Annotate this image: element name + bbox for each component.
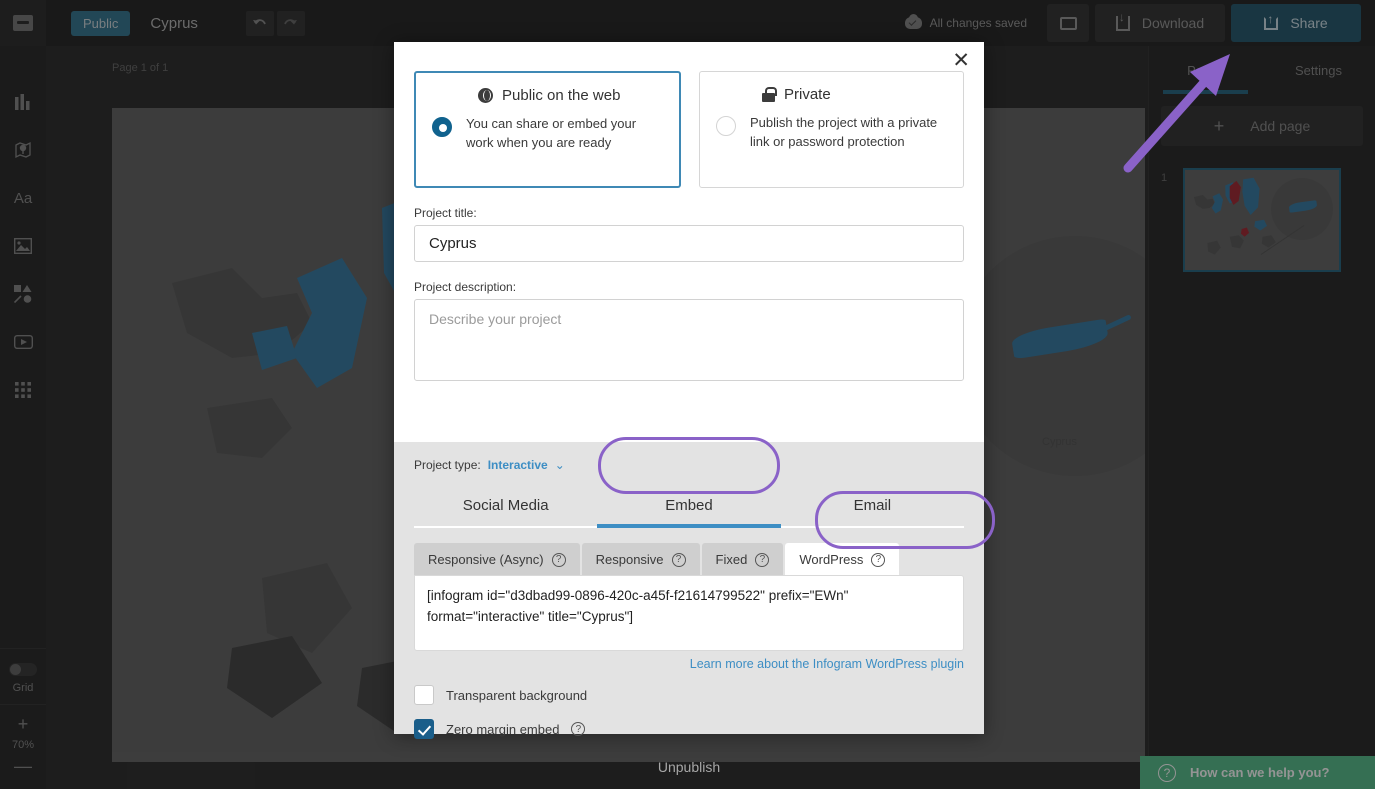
modal-lower-section: Project type: Interactive ⌄ Social Media… xyxy=(394,442,984,775)
subtab-responsive-async-label: Responsive (Async) xyxy=(428,552,544,567)
help-icon-responsive[interactable]: ? xyxy=(671,552,686,567)
lock-icon xyxy=(762,87,777,102)
private-option-body: Publish the project with a private link … xyxy=(716,114,947,152)
radio-private[interactable] xyxy=(716,116,736,136)
private-option-description: Publish the project with a private link … xyxy=(750,115,938,149)
private-option-title: Private xyxy=(784,86,831,103)
tab-email[interactable]: Email xyxy=(781,486,964,526)
project-type-label: Project type: xyxy=(414,458,481,472)
chevron-down-icon[interactable]: ⌄ xyxy=(555,458,565,472)
project-type-row: Project type: Interactive ⌄ xyxy=(414,458,964,472)
modal-upper-section: Public on the web You can share or embed… xyxy=(394,42,984,386)
app-root: Page 1 of 1 Cyprus Aa Grid + 70% — Pages… xyxy=(0,0,1375,789)
subtab-responsive-label: Responsive xyxy=(595,552,664,567)
public-option-header: Public on the web xyxy=(432,87,663,104)
project-title-input[interactable] xyxy=(414,225,964,262)
project-type-value[interactable]: Interactive xyxy=(488,458,548,472)
checkbox-transparent-background[interactable] xyxy=(414,685,434,705)
share-method-tabs: Social Media Embed Email xyxy=(414,486,964,528)
tab-social-media[interactable]: Social Media xyxy=(414,486,597,526)
visibility-options: Public on the web You can share or embed… xyxy=(414,71,964,188)
visibility-option-private[interactable]: Private Publish the project with a priva… xyxy=(699,71,964,188)
subtab-fixed-label: Fixed xyxy=(715,552,748,567)
tab-embed[interactable]: Embed xyxy=(597,486,781,528)
public-option-body: You can share or embed your work when yo… xyxy=(432,115,663,153)
subtab-wordpress-label: WordPress xyxy=(799,552,864,567)
visibility-option-public[interactable]: Public on the web You can share or embed… xyxy=(414,71,681,188)
public-option-description: You can share or embed your work when yo… xyxy=(466,116,637,150)
zero-margin-label: Zero margin embed xyxy=(446,721,560,737)
private-option-header: Private xyxy=(716,86,947,103)
subtab-responsive[interactable]: Responsive ? xyxy=(581,543,700,575)
subtab-fixed[interactable]: Fixed ? xyxy=(701,543,784,575)
embed-code-box[interactable]: [infogram id="d3dbad99-0896-420c-a45f-f2… xyxy=(414,575,964,651)
project-title-label: Project title: xyxy=(414,206,477,220)
subtab-wordpress[interactable]: WordPress ? xyxy=(785,543,900,575)
public-option-title: Public on the web xyxy=(502,87,621,104)
zero-margin-row[interactable]: Zero margin embed ? xyxy=(414,719,964,739)
checkbox-zero-margin-embed[interactable] xyxy=(414,719,434,739)
project-description-label: Project description: xyxy=(414,280,517,294)
help-icon-responsive-async[interactable]: ? xyxy=(551,552,566,567)
close-icon[interactable]: ✕ xyxy=(952,50,970,71)
radio-public[interactable] xyxy=(432,117,452,137)
globe-icon xyxy=(478,88,493,103)
share-modal: ✕ Public on the web You can share or emb… xyxy=(394,42,984,775)
subtab-responsive-async[interactable]: Responsive (Async) ? xyxy=(414,543,580,575)
transparent-background-row[interactable]: Transparent background xyxy=(414,685,964,705)
unpublish-button[interactable]: Unpublish xyxy=(414,759,964,775)
transparent-background-label: Transparent background xyxy=(446,687,588,703)
help-icon-zero-margin[interactable]: ? xyxy=(571,722,586,736)
embed-type-tabs: Responsive (Async) ? Responsive ? Fixed … xyxy=(414,543,964,575)
learn-more-link[interactable]: Learn more about the Infogram WordPress … xyxy=(414,657,964,671)
project-description-input[interactable] xyxy=(414,299,964,381)
help-icon-fixed[interactable]: ? xyxy=(755,552,770,567)
help-icon-wordpress[interactable]: ? xyxy=(871,552,886,567)
